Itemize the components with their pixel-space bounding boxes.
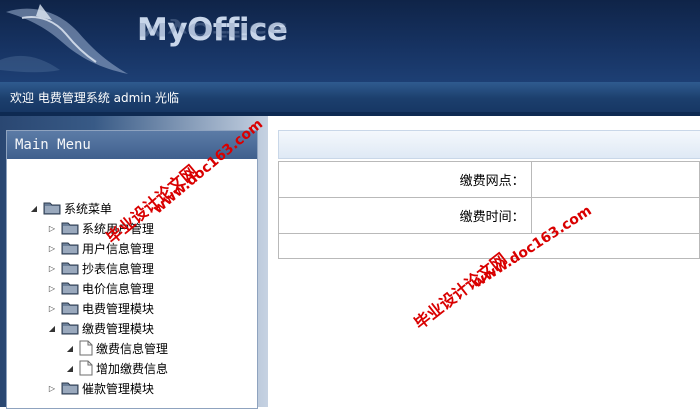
expand-arrow-icon[interactable]: ▷ (47, 284, 57, 293)
folder-icon (61, 301, 79, 315)
payment-point-field[interactable] (530, 161, 700, 198)
welcome-text: 欢迎 电费管理系统 admin 光临 (10, 91, 180, 105)
document-icon (79, 340, 93, 356)
document-icon (79, 360, 93, 376)
form-row: 缴费网点： (278, 161, 700, 198)
expand-arrow-icon[interactable]: ▷ (47, 304, 57, 313)
form-label: 缴费网点： (278, 161, 532, 198)
folder-icon (43, 201, 61, 215)
tree-root-label: 系统菜单 (64, 201, 113, 216)
main-menu-panel: Main Menu ◢ 系统菜单 ▷ 系统用户管理 ▷ 用户信息管理 ▷ 抄表信… (6, 130, 258, 409)
app-logo-reflection: MyOffice (137, 18, 288, 40)
form-label: 缴费时间： (278, 197, 532, 234)
sidebar-item-collection-module[interactable]: ▷ 催款管理模块 (47, 379, 154, 397)
expand-arrow-icon[interactable]: ▷ (47, 244, 57, 253)
form-row: 缴费时间： (278, 197, 700, 234)
folder-icon (61, 241, 79, 255)
folder-icon (61, 261, 79, 275)
bullet-icon: ◢ (66, 363, 74, 373)
sidebar-item-add-payment[interactable]: ◢ 增加缴费信息 (65, 359, 168, 377)
expand-arrow-icon[interactable]: ▷ (47, 384, 57, 393)
sidebar-item-label: 缴费管理模块 (82, 321, 155, 336)
sidebar-item-meter-reading[interactable]: ▷ 抄表信息管理 (47, 259, 154, 277)
sidebar-item-user-info[interactable]: ▷ 用户信息管理 (47, 239, 154, 257)
payment-form: 缴费网点： 缴费时间： (278, 161, 700, 259)
sidebar-item-label: 催款管理模块 (82, 381, 155, 396)
content-toolbar (278, 130, 700, 159)
folder-icon (61, 381, 79, 395)
app-header: MyOffice MyOffice (0, 0, 700, 82)
sidebar-item-label: 缴费信息管理 (96, 341, 169, 356)
sidebar-item-billing-module[interactable]: ▷ 电费管理模块 (47, 299, 154, 317)
sidebar-item-payment-info[interactable]: ◢ 缴费信息管理 (65, 339, 168, 357)
folder-icon (61, 221, 79, 235)
bullet-icon: ◢ (66, 343, 74, 353)
sidebar-item-label: 电价信息管理 (82, 281, 155, 296)
bird-logo-icon (0, 4, 128, 75)
sidebar-item-label: 电费管理模块 (82, 301, 155, 316)
sidebar-item-label: 抄表信息管理 (82, 261, 155, 276)
folder-icon (61, 281, 79, 295)
collapse-arrow-icon[interactable]: ◢ (47, 324, 57, 333)
sidebar-item-label: 增加缴费信息 (96, 361, 169, 376)
expand-arrow-icon[interactable]: ▷ (47, 264, 57, 273)
collapse-arrow-icon[interactable]: ◢ (29, 204, 39, 213)
sidebar-item-price-info[interactable]: ▷ 电价信息管理 (47, 279, 154, 297)
expand-arrow-icon[interactable]: ▷ (47, 224, 57, 233)
welcome-bar: 欢迎 电费管理系统 admin 光临 (0, 82, 700, 112)
tree-root-system-menu[interactable]: ◢ 系统菜单 (29, 199, 112, 217)
sidebar-item-payment-module[interactable]: ◢ 缴费管理模块 (47, 319, 154, 337)
main-menu-title-text: Main Menu (15, 137, 91, 153)
folder-icon (61, 321, 79, 335)
